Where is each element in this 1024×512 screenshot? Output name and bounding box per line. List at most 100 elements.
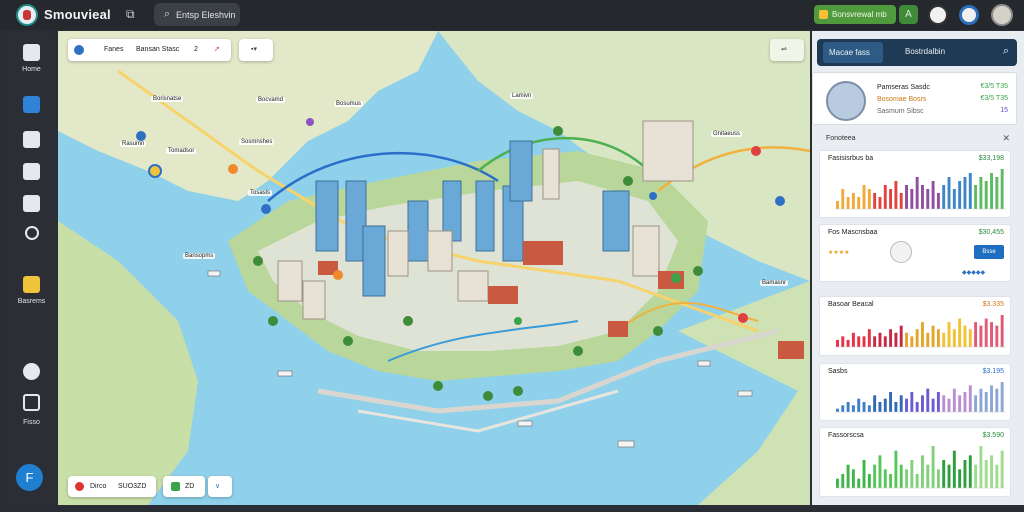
chart-bar xyxy=(974,464,978,488)
chart-bar xyxy=(947,322,951,347)
sidebar: Home Basrems Fisso F xyxy=(5,32,58,506)
profile-name: Pamseras Sasdc xyxy=(877,84,930,91)
chart-bar xyxy=(984,460,988,488)
chart-value: $30,455 xyxy=(978,229,1004,236)
sidebar-item-home[interactable]: Home xyxy=(5,44,58,73)
chart-bar xyxy=(867,329,871,347)
search-icon[interactable]: ⌕ xyxy=(1003,45,1009,58)
chart-bar xyxy=(942,460,946,488)
chart-card[interactable]: Fasisisrbus ba $33,198 xyxy=(819,150,1011,218)
chart-bar xyxy=(851,405,855,412)
profile-card: Pamseras Sasdc Bosomae Bosrs Sasmum Sibs… xyxy=(812,72,1017,125)
notification-icon[interactable] xyxy=(928,5,948,25)
star-rating-icon: ★★★★ xyxy=(828,250,850,256)
chart-bar xyxy=(857,197,861,209)
map-layer-dropdown[interactable]: ▪▾ xyxy=(239,39,273,61)
chart-bar xyxy=(926,189,930,209)
chart-bar xyxy=(851,469,855,488)
chart-icon xyxy=(23,131,40,148)
chart-bar xyxy=(958,469,962,488)
chart-bar xyxy=(958,181,962,209)
chart-bar xyxy=(899,464,903,488)
sidebar-item-settings[interactable] xyxy=(5,363,58,380)
chart-bar xyxy=(878,455,882,488)
chart-bar xyxy=(947,398,951,412)
chart-bar xyxy=(995,177,999,209)
chart-bar xyxy=(910,336,914,347)
folder-icon xyxy=(23,276,40,293)
chart-bar xyxy=(878,402,882,412)
chart-bar xyxy=(889,392,893,412)
map-place-label: Bocvamd xyxy=(256,97,286,103)
chart-bar xyxy=(910,189,914,209)
chart-bar xyxy=(862,402,866,412)
user-avatar[interactable] xyxy=(991,4,1013,26)
search-input[interactable] xyxy=(176,7,236,22)
chart-bar xyxy=(873,193,877,209)
sidebar-item-fisso[interactable]: Fisso xyxy=(5,394,58,426)
chart-bar xyxy=(889,329,893,347)
chart-bar xyxy=(1000,450,1004,488)
chart-bar xyxy=(968,455,972,488)
chart-card[interactable]: Sasbs $3.195 xyxy=(819,363,1011,421)
sidebar-item-search[interactable] xyxy=(5,226,58,240)
chart-card[interactable]: Basoar Beacal $3.335 xyxy=(819,296,1011,356)
map-zoom-control[interactable]: ZD xyxy=(163,476,205,497)
chart-bar xyxy=(899,325,903,347)
chart-bar xyxy=(979,388,983,412)
tab-macae-fass[interactable]: Macae fass xyxy=(823,42,883,63)
close-icon[interactable]: ✕ xyxy=(1002,133,1010,144)
settings-icon[interactable] xyxy=(959,5,979,25)
avatar[interactable] xyxy=(826,81,866,121)
chart-bar xyxy=(867,405,871,412)
map-filter-button[interactable]: ⇌ xyxy=(770,39,804,61)
tab-bostrdalbin[interactable]: Bostrdalbin xyxy=(905,47,945,56)
sidebar-item-map[interactable] xyxy=(5,96,58,113)
map-search-control[interactable]: Fanes Bansan Stasc 2 ➚ xyxy=(68,39,231,61)
chart-bar xyxy=(905,332,908,347)
profile-stat: €3/5 T35 xyxy=(980,95,1008,102)
sidebar-item-list[interactable] xyxy=(5,163,58,180)
chart-bar xyxy=(952,450,956,488)
status-icon[interactable]: A xyxy=(899,5,918,24)
chart-bar xyxy=(921,395,924,412)
chart-bar xyxy=(836,408,839,412)
sidebar-item-chart[interactable] xyxy=(5,131,58,148)
chart-card[interactable]: Fos Mascnsbaa $30,455 ★★★★ ◆◆◆◆◆ Bsse xyxy=(819,224,1011,282)
sidebar-item-basrems[interactable]: Basrems xyxy=(5,276,58,305)
app-logo xyxy=(16,4,38,26)
location-icon xyxy=(74,45,84,55)
map-expand-button[interactable]: ∨ xyxy=(208,476,232,497)
chart-bar xyxy=(990,173,993,209)
profile-stat: €3/5 T35 xyxy=(980,83,1008,90)
chart-bar xyxy=(1000,382,1004,412)
chart-bar xyxy=(1000,315,1004,347)
chart-bar xyxy=(958,318,962,347)
map-toggle-value[interactable]: 2 xyxy=(194,39,198,61)
link-icon[interactable]: ⧉ xyxy=(126,7,135,22)
chart-bar xyxy=(936,469,940,488)
chart-bar xyxy=(995,325,999,347)
map-place-label: Bansopms xyxy=(183,253,216,259)
profile-role: Bosomae Bosrs xyxy=(877,96,927,103)
map-bottom-value: SUO3ZD xyxy=(118,483,147,490)
directions-icon[interactable]: ➚ xyxy=(214,39,220,61)
chart-bar xyxy=(862,336,866,347)
map-view[interactable]: Fanes Bansan Stasc 2 ➚ ▪▾ ⇌ Borisnatse B… xyxy=(58,31,810,505)
chart-card[interactable]: Fassorscsa $3.590 xyxy=(819,427,1011,497)
map-bottom-control[interactable]: Dirco SUO3ZD xyxy=(68,476,156,497)
floating-action-button[interactable]: F xyxy=(16,464,43,491)
chart-bar xyxy=(836,201,839,209)
chart-bar xyxy=(851,332,855,347)
chart-bar xyxy=(894,332,898,347)
go-button[interactable]: Bsse xyxy=(974,245,1004,259)
sidebar-item-layers[interactable] xyxy=(5,195,58,212)
chart-bar xyxy=(926,464,930,488)
chart-bar xyxy=(942,332,946,347)
search-box[interactable]: ⌕ xyxy=(154,3,240,26)
chart-bar xyxy=(846,402,850,412)
chart-bar xyxy=(846,339,850,347)
status-pill[interactable]: Bonsvrewal mb xyxy=(814,5,896,24)
record-icon xyxy=(75,482,84,491)
chart-bar xyxy=(931,181,935,209)
